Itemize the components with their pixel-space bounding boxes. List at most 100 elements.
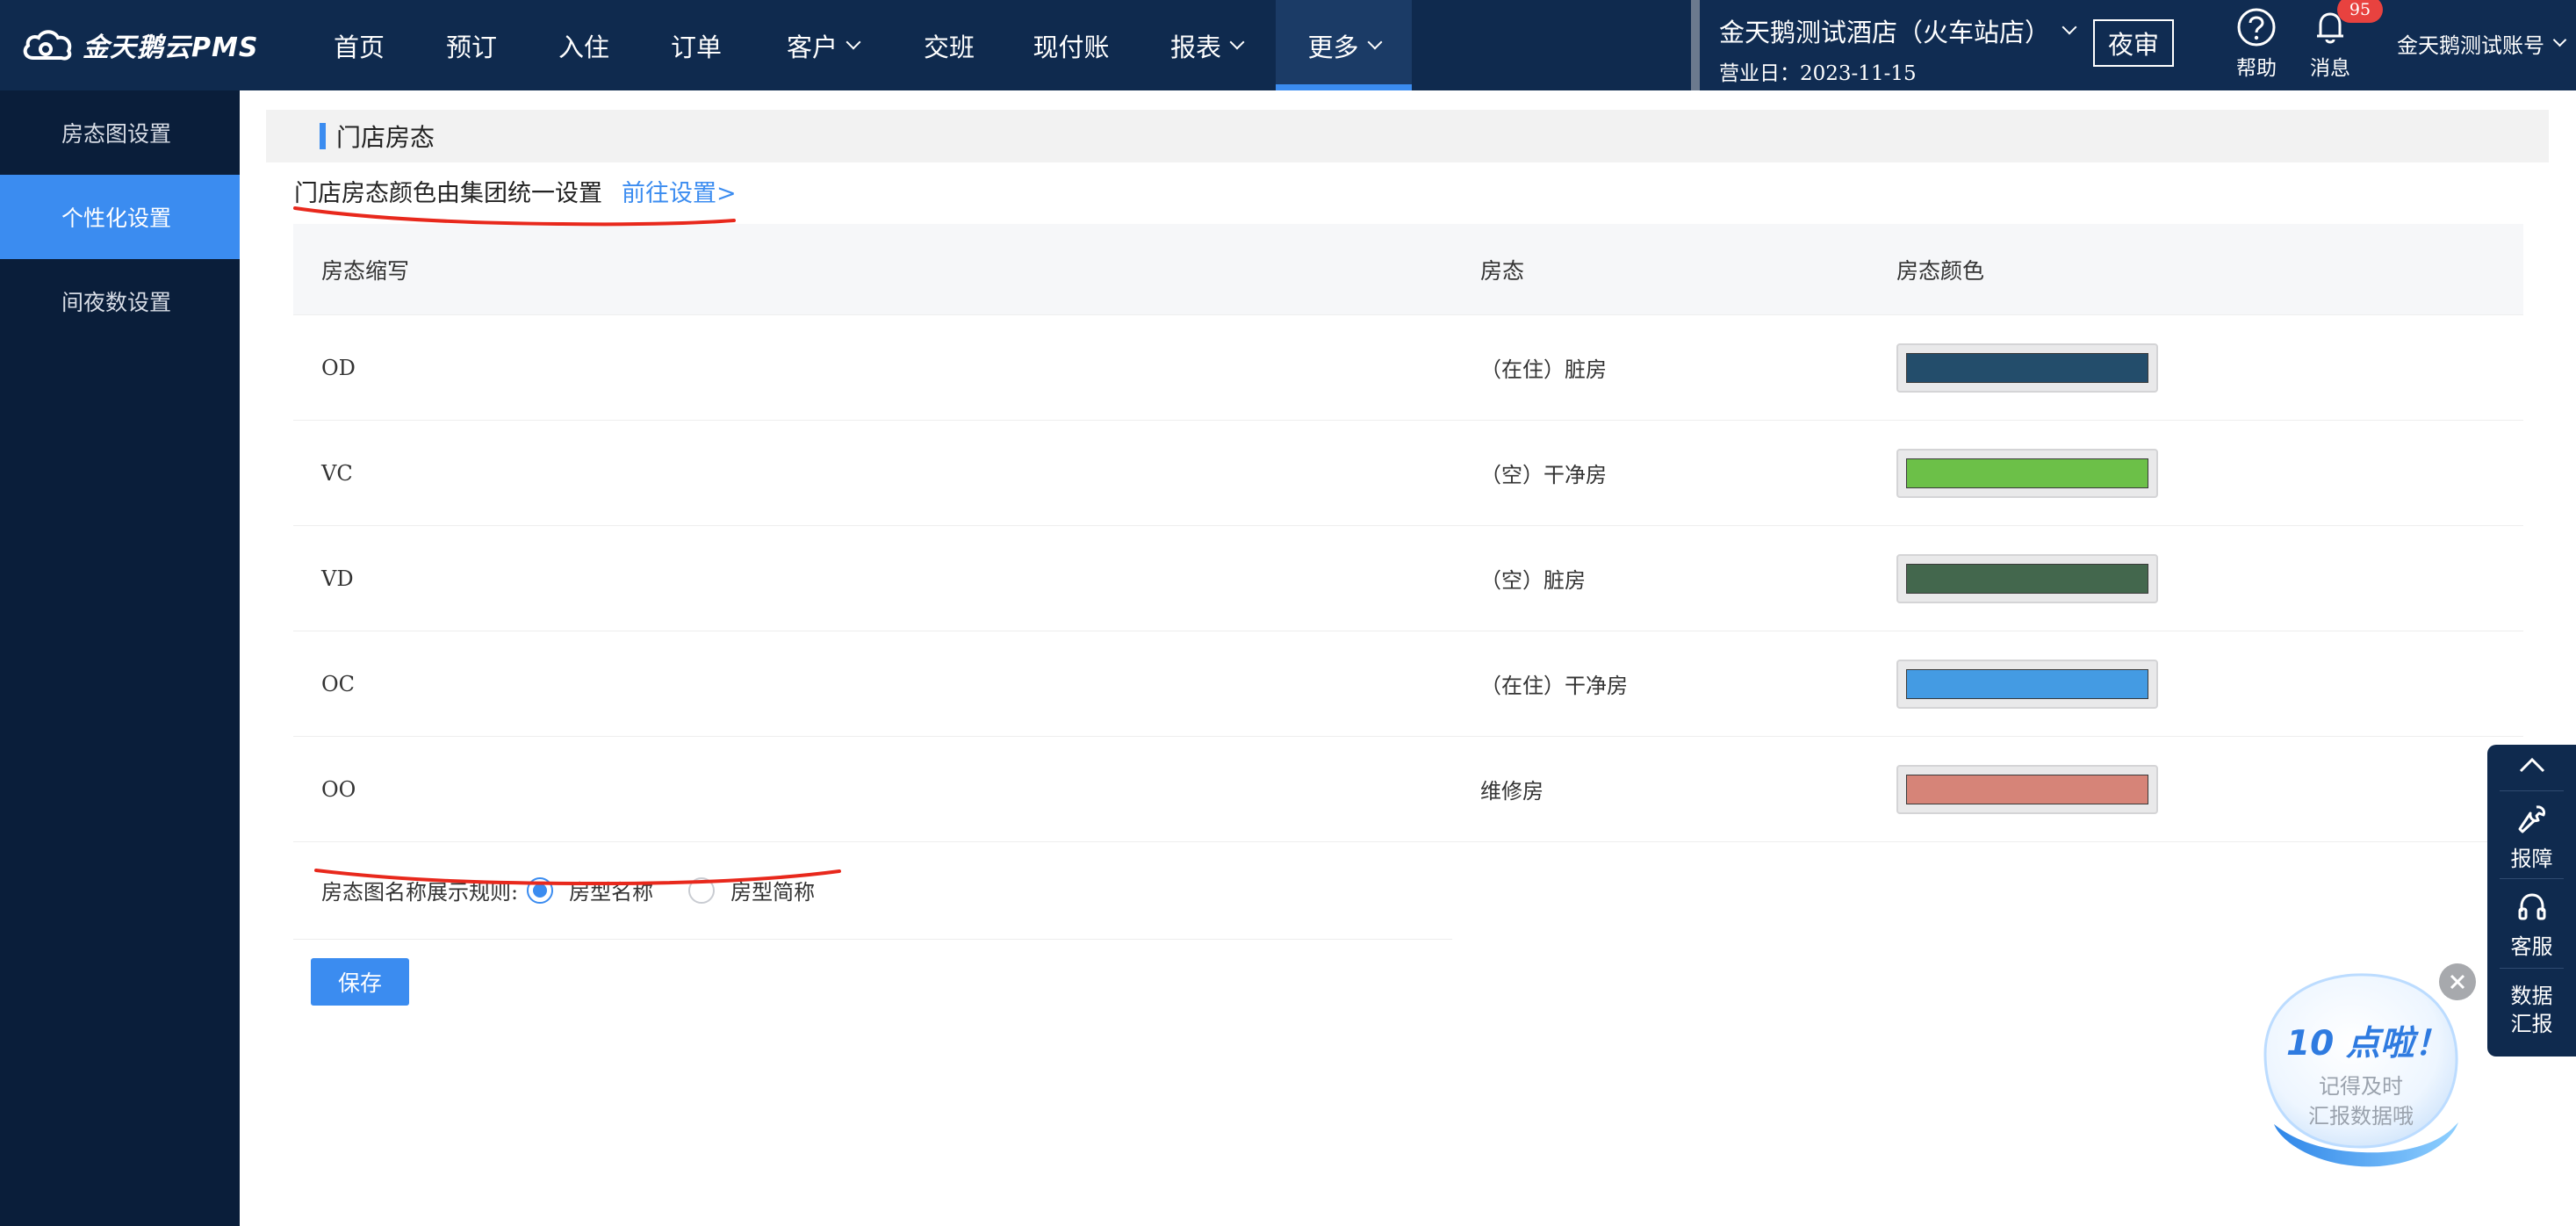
sidebar-item-room-night-settings[interactable]: 间夜数设置: [0, 259, 240, 343]
color-swatch: [1906, 774, 2148, 804]
brand-logo[interactable]: 金天鹅云PMS: [21, 25, 258, 65]
chevron-up-icon: [2519, 757, 2544, 773]
hotel-name-row: 金天鹅测试酒店（火车站店）: [1719, 12, 2077, 49]
nav-label: 入住: [558, 32, 609, 62]
section-header: 门店房态: [266, 110, 2549, 162]
table-row: OC （在住）干净房: [293, 631, 2523, 737]
go-to-settings-link[interactable]: 前往设置>: [622, 174, 737, 208]
status-color-cell: [1896, 659, 2523, 709]
save-button[interactable]: 保存: [311, 958, 409, 1006]
nav-cash-account[interactable]: 现付账: [1005, 0, 1137, 90]
chevron-down-icon: [2552, 32, 2567, 47]
chevron-down-icon: [1229, 34, 1245, 49]
close-icon: [2450, 974, 2465, 990]
account-name: 金天鹅测试账号: [2397, 33, 2544, 58]
color-swatch: [1906, 352, 2148, 383]
nav-label: 更多: [1307, 32, 1359, 62]
nav-more[interactable]: 更多: [1276, 0, 1412, 90]
radio-room-type-short-name[interactable]: 房型简称: [688, 875, 815, 905]
radio-room-type-name[interactable]: 房型名称: [527, 875, 653, 905]
toolbar-divider: [2500, 878, 2564, 879]
hotel-name: 金天鹅测试酒店（火车站店）: [1719, 18, 2051, 47]
status-name: （空）干净房: [1480, 463, 1607, 487]
nav-label: 首页: [333, 32, 385, 62]
messages-label: 消息: [2310, 57, 2350, 80]
room-status-table: 房态缩写 房态 房态颜色 OD （在住）脏房 VC （空）干净房 VD （空）脏…: [293, 224, 2523, 842]
sidebar: 房态图设置 个性化设置 间夜数设置: [0, 90, 240, 1226]
status-name: （空）脏房: [1480, 568, 1586, 593]
data-report-button[interactable]: 数据 汇报: [2487, 982, 2576, 1038]
nav-booking[interactable]: 预订: [415, 0, 528, 90]
messages-button[interactable]: 消息 95: [2295, 0, 2383, 81]
business-date: 营业日：2023-11-15: [1719, 62, 1917, 85]
logo-text: 金天鹅云PMS: [83, 32, 259, 63]
radio-label: 房型名称: [569, 880, 654, 905]
status-abbr: OC: [321, 671, 356, 696]
cloud-logo-icon: [23, 30, 72, 61]
account-menu[interactable]: 金天鹅测试账号: [2397, 28, 2567, 59]
table-row: VD （空）脏房: [293, 526, 2523, 631]
floating-toolbar: 报障 客服 数据 汇报: [2487, 745, 2576, 1057]
table-row: OO 维修房: [293, 737, 2523, 842]
status-color-cell: [1896, 448, 2523, 498]
status-color-cell: [1896, 553, 2523, 603]
hotel-switcher[interactable]: 金天鹅测试酒店（火车站店） 营业日：2023-11-15: [1719, 12, 2077, 86]
sidebar-item-room-map-settings[interactable]: 房态图设置: [0, 90, 240, 175]
status-name: （在住）干净房: [1480, 674, 1628, 698]
radio-dot: [688, 876, 716, 904]
status-abbr: OO: [321, 776, 356, 802]
name-display-rule: 房态图名称展示规则: 房型名称 房型简称: [293, 841, 1452, 940]
color-swatch: [1906, 563, 2148, 594]
header-status: 房态: [1480, 257, 1525, 284]
help-button[interactable]: 帮助: [2221, 7, 2292, 81]
nav-orders[interactable]: 订单: [640, 0, 752, 90]
reminder-text: 记得及时 汇报数据哦: [2286, 1071, 2436, 1131]
message-count-badge: 95: [2337, 0, 2383, 23]
color-picker[interactable]: [1896, 343, 2158, 393]
nav-label: 报表: [1169, 32, 1221, 62]
wrench-icon: [2518, 805, 2545, 833]
headset-icon: [2518, 893, 2545, 920]
customer-service-button[interactable]: 客服: [2487, 891, 2576, 960]
radio-dot: [527, 876, 554, 904]
top-bar: 金天鹅云PMS 首页 预订 入住 订单 客户 交班 现付账 报表 更多 金天鹅测…: [0, 0, 2576, 90]
data-report-label-1: 数据: [2510, 984, 2553, 1008]
data-report-label-2: 汇报: [2510, 1012, 2553, 1036]
color-swatch: [1906, 458, 2148, 488]
nav-checkin[interactable]: 入住: [528, 0, 640, 90]
section-title: 门店房态: [336, 123, 435, 152]
chevron-down-icon: [845, 34, 861, 49]
chevron-down-icon: [1367, 34, 1382, 49]
table-row: VC （空）干净房: [293, 421, 2523, 526]
color-picker[interactable]: [1896, 553, 2158, 603]
color-picker[interactable]: [1896, 448, 2158, 498]
report-issue-button[interactable]: 报障: [2487, 803, 2576, 872]
color-picker[interactable]: [1896, 764, 2158, 814]
service-label: 客服: [2510, 934, 2553, 959]
nav-reports[interactable]: 报表: [1137, 0, 1276, 90]
section-accent-bar: [320, 123, 326, 149]
status-abbr: VD: [321, 566, 354, 591]
group-color-notice: 门店房态颜色由集团统一设置 前往设置>: [294, 174, 737, 208]
nav-home[interactable]: 首页: [303, 0, 415, 90]
color-picker[interactable]: [1896, 659, 2158, 709]
status-abbr: VC: [321, 460, 353, 486]
table-header: 房态缩写 房态 房态颜色: [293, 224, 2523, 315]
status-color-cell: [1896, 764, 2523, 814]
close-reminder-button[interactable]: [2439, 963, 2476, 1000]
nav-customers[interactable]: 客户: [752, 0, 893, 90]
night-audit-button[interactable]: 夜审: [2093, 19, 2174, 67]
nav-label: 客户: [786, 32, 838, 62]
nav-shift[interactable]: 交班: [893, 0, 1005, 90]
toolbar-divider: [2500, 968, 2564, 969]
status-abbr: OD: [321, 355, 356, 380]
sidebar-item-personalization[interactable]: 个性化设置: [0, 175, 240, 259]
status-name: 维修房: [1480, 779, 1543, 804]
chevron-down-icon: [2062, 19, 2077, 35]
collapse-toolbar-button[interactable]: [2487, 755, 2576, 780]
help-icon: [2237, 8, 2276, 47]
reminder-line-1: 记得及时: [2319, 1074, 2403, 1099]
nav-label: 预订: [445, 32, 497, 62]
header-abbr: 房态缩写: [321, 257, 410, 284]
rule-label: 房态图名称展示规则:: [321, 880, 519, 905]
